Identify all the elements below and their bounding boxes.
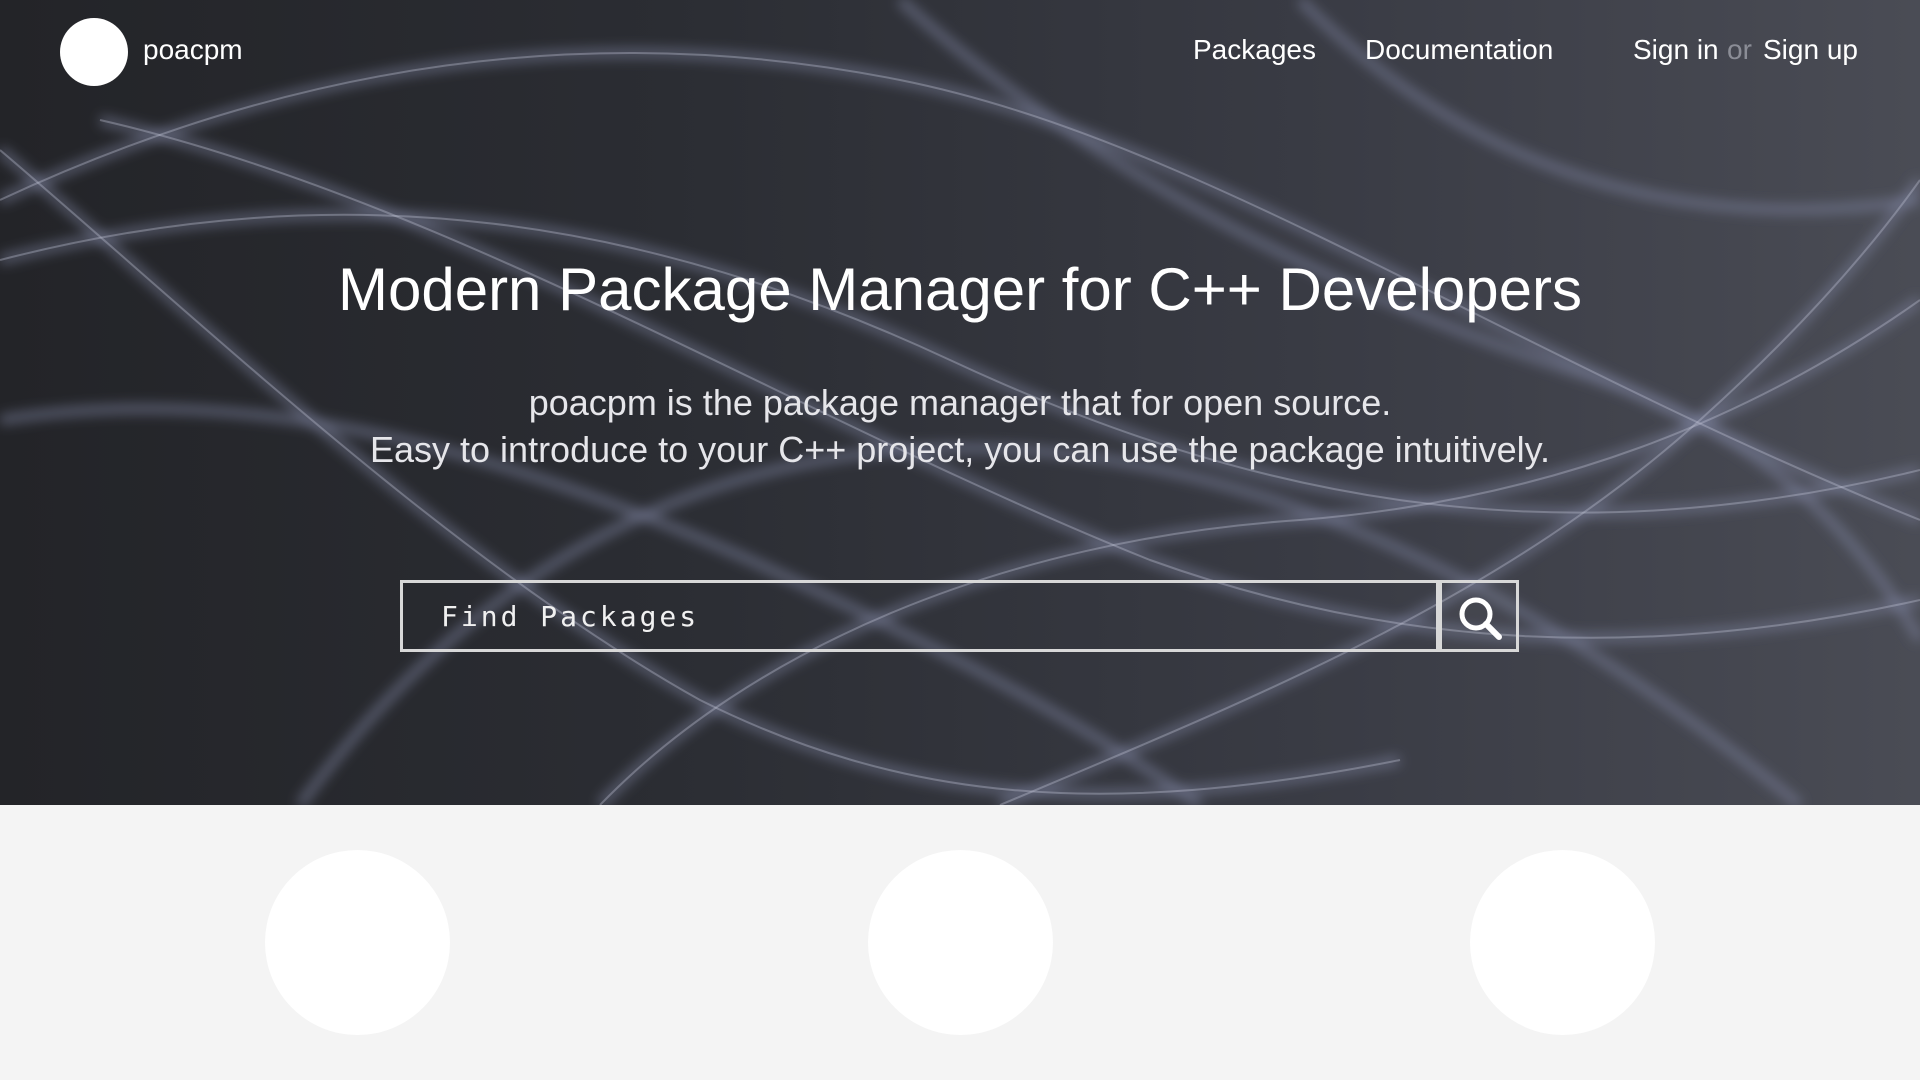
- feature-icon-2: [868, 850, 1053, 1035]
- hero-subtitle-line2: Easy to introduce to your C++ project, y…: [369, 429, 1550, 470]
- hero-subtitle-line1: poacpm is the package manager that for o…: [528, 382, 1392, 423]
- search-input[interactable]: [403, 583, 1441, 649]
- brand-name[interactable]: poacpm: [143, 34, 243, 66]
- feature-icon-3: [1470, 850, 1655, 1035]
- hero-title: Modern Package Manager for C++ Developer…: [337, 256, 1582, 323]
- nav-documentation-link[interactable]: Documentation: [1365, 34, 1553, 66]
- feature-icon-1: [265, 850, 450, 1035]
- navbar: poacpm Packages Documentation Sign in or…: [0, 0, 1920, 104]
- search-box: [400, 580, 1441, 652]
- hero-section: poacpm Packages Documentation Sign in or…: [0, 0, 1920, 805]
- nav-sign-up-link[interactable]: Sign up: [1763, 34, 1858, 66]
- nav-packages-link[interactable]: Packages: [1193, 34, 1316, 66]
- logo[interactable]: [60, 18, 128, 86]
- nav-or-text: or: [1727, 34, 1752, 65]
- search-button[interactable]: [1439, 580, 1519, 652]
- search-icon: [1459, 597, 1502, 640]
- nav-sign-in-link[interactable]: Sign in: [1633, 34, 1719, 66]
